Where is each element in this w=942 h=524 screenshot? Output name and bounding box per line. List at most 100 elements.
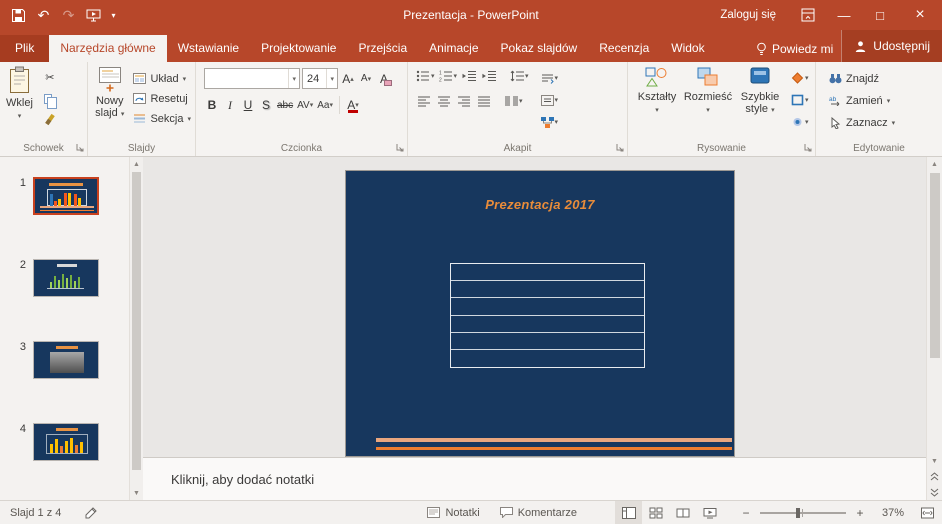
arrange-button[interactable]: Rozmieść▾ [683,66,733,131]
customize-qat-button[interactable]: ▾ [107,2,120,28]
share-button[interactable]: Udostępnij [841,30,942,62]
slide-item-3[interactable]: 3 [8,341,99,379]
vertical-scrollbar[interactable]: ▲ ▼ [926,157,942,500]
tab-animations[interactable]: Animacje [418,35,489,62]
fit-to-window-button[interactable] [912,501,942,524]
paragraph-dialog-launcher[interactable] [616,144,624,152]
layout-button[interactable]: Układ▾ [130,70,193,87]
zoom-out-button[interactable]: − [739,506,753,520]
slide-sorter-view-button[interactable] [642,501,669,524]
increase-indent-button[interactable] [480,67,498,85]
save-button[interactable] [7,2,30,28]
tab-home[interactable]: Narzędzia główne [49,35,166,62]
format-painter-button[interactable] [39,110,61,129]
line-spacing-button[interactable]: ▾ [509,67,530,85]
tab-slideshow[interactable]: Pokaz slajdów [490,35,589,62]
maximize-button[interactable]: □ [862,0,898,30]
decrease-font-size-button[interactable]: A▾ [358,69,374,89]
slideshow-view-button[interactable] [696,501,723,524]
scroll-thumb[interactable] [930,173,940,358]
close-button[interactable]: × [898,0,942,30]
shapes-button[interactable]: Kształty▾ [633,66,681,131]
panel-scroll-down-icon[interactable]: ▼ [130,486,143,500]
align-text-button[interactable]: ▾ [540,91,560,109]
clear-formatting-button[interactable]: A [376,69,392,89]
slide-item-1[interactable]: 1 [8,177,99,215]
increase-font-size-button[interactable]: A▴ [340,69,356,89]
underline-button[interactable]: U [240,95,256,115]
text-shadow-button[interactable]: S [258,95,274,115]
section-button[interactable]: Sekcja▾ [130,110,193,127]
minimize-button[interactable]: — [826,0,862,30]
strikethrough-button[interactable]: abc [276,95,294,115]
tab-review[interactable]: Recenzja [588,35,660,62]
pen-icon[interactable] [85,507,97,519]
bold-button[interactable]: B [204,95,220,115]
decrease-indent-button[interactable] [460,67,478,85]
paste-button[interactable]: Wklej▾ [6,66,33,129]
align-center-button[interactable] [435,92,453,110]
previous-slide-button[interactable] [927,468,942,484]
sign-in-button[interactable]: Zaloguj się [706,0,790,30]
notes-toggle[interactable]: Notatki [417,501,489,524]
shape-effects-button[interactable]: ▾ [790,113,810,131]
character-spacing-button[interactable]: AV▾ [296,95,314,115]
panel-scroll-thumb[interactable] [132,172,141,470]
find-button[interactable]: Znajdź [826,70,942,87]
tab-design[interactable]: Projektowanie [250,35,347,62]
scroll-down-icon[interactable]: ▼ [927,454,942,468]
start-slideshow-button[interactable] [82,2,105,28]
slide-chart[interactable] [450,263,645,368]
slide-number-indicator[interactable]: Slajd 1 z 4 [10,507,61,519]
tab-view[interactable]: Widok [660,35,715,62]
tab-file[interactable]: Plik [0,35,49,62]
notes-pane[interactable]: Kliknij, aby dodać notatki [143,457,926,500]
change-case-button[interactable]: Aa▾ [316,95,334,115]
slide-3-thumbnail[interactable] [33,341,99,379]
zoom-slider-thumb[interactable] [796,508,800,518]
slide-canvas[interactable]: Prezentacja 2017 [345,170,735,457]
cut-button[interactable]: ✂ [39,68,61,87]
italic-button[interactable]: I [222,95,238,115]
zoom-slider[interactable] [760,506,846,520]
font-size-combobox[interactable]: 24 ▾ [302,68,338,89]
tab-insert[interactable]: Wstawianie [167,35,250,62]
zoom-percentage[interactable]: 37% [874,507,904,519]
scroll-up-icon[interactable]: ▲ [927,157,942,172]
tab-transitions[interactable]: Przejścia [347,35,418,62]
columns-button[interactable]: ▾ [504,92,524,110]
copy-button[interactable]: ▾ [39,89,61,108]
slide-item-4[interactable]: 4 [8,423,99,461]
comments-toggle[interactable]: Komentarze [490,501,587,524]
undo-button[interactable]: ↶ [32,2,55,28]
drawing-dialog-launcher[interactable] [804,144,812,152]
shape-fill-button[interactable]: ▾ [790,69,810,87]
convert-to-smartart-button[interactable]: ▾ [540,113,560,131]
align-left-button[interactable] [415,92,433,110]
new-slide-button[interactable]: Nowy slajd ▾ [93,66,126,127]
font-color-button[interactable]: A▾ [345,95,361,115]
slide-4-thumbnail[interactable] [33,423,99,461]
align-right-button[interactable] [455,92,473,110]
shape-outline-button[interactable]: ▾ [790,91,810,109]
text-direction-button[interactable]: ▾ [540,69,560,87]
slide-2-thumbnail[interactable] [33,259,99,297]
normal-view-button[interactable] [615,501,642,524]
clipboard-dialog-launcher[interactable] [76,144,84,152]
select-button[interactable]: Zaznacz▾ [826,114,942,131]
slide-item-2[interactable]: 2 [8,259,99,297]
slide-1-thumbnail[interactable] [33,177,99,215]
ribbon-display-options-button[interactable] [790,0,826,30]
numbering-button[interactable]: 12▾ [438,67,459,85]
tell-me-button[interactable]: Powiedz mi [748,35,841,62]
panel-scroll-up-icon[interactable]: ▲ [130,157,143,171]
slide-panel-scrollbar[interactable]: ▲ ▼ [129,157,143,500]
reset-button[interactable]: Resetuj [130,90,193,107]
font-name-combobox[interactable]: ▾ [204,68,300,89]
justify-button[interactable] [475,92,493,110]
redo-button[interactable]: ↷ [57,2,80,28]
slide-title[interactable]: Prezentacja 2017 [346,197,734,212]
font-dialog-launcher[interactable] [396,144,404,152]
zoom-in-button[interactable]: + [853,506,867,520]
quick-styles-button[interactable]: Szybkie style ▾ [735,66,785,131]
